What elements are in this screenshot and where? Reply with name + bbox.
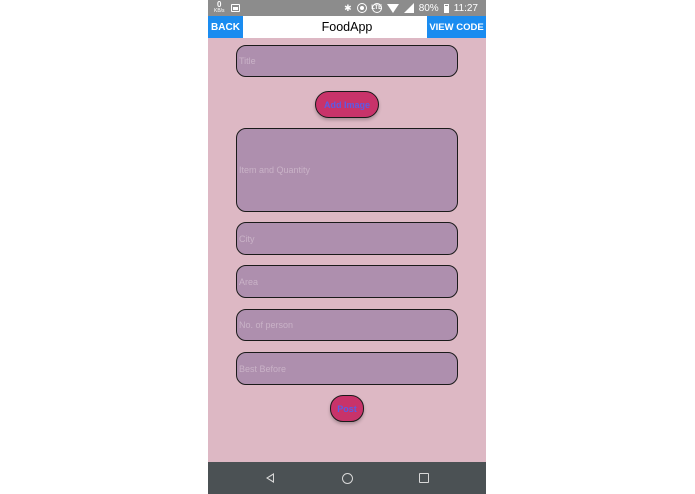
- view-code-button[interactable]: VIEW CODE: [427, 16, 486, 38]
- post-button[interactable]: Post: [330, 395, 364, 422]
- add-image-button[interactable]: Add Image: [315, 91, 379, 118]
- net-speed-unit: KB/s: [214, 8, 225, 14]
- back-triangle-icon[interactable]: [266, 473, 274, 483]
- gallery-icon: [230, 4, 240, 12]
- battery-icon: [443, 3, 449, 13]
- item-quantity-input[interactable]: [236, 128, 458, 212]
- battery-percentage: 80%: [418, 2, 439, 14]
- area-input[interactable]: [236, 265, 458, 298]
- title-input[interactable]: [236, 45, 458, 77]
- phone-screen: 0 KB/s ✱ LTE 80% 11:27 FoodApp BACK VIEW…: [208, 0, 486, 494]
- best-before-input[interactable]: [236, 352, 458, 385]
- target-icon: [356, 3, 367, 13]
- clock: 11:27: [453, 2, 478, 14]
- navigation-bar: [208, 462, 486, 494]
- status-bar-right: ✱ LTE 80% 11:27: [344, 3, 486, 14]
- back-button[interactable]: BACK: [208, 16, 243, 38]
- lte-icon: LTE: [371, 3, 383, 13]
- bluetooth-icon: ✱: [344, 3, 352, 13]
- city-input[interactable]: [236, 222, 458, 255]
- signal-icon: [403, 3, 414, 13]
- persons-input[interactable]: [236, 309, 458, 341]
- recents-square-icon[interactable]: [419, 473, 429, 483]
- status-bar-left: 0 KB/s: [208, 1, 240, 15]
- home-circle-icon[interactable]: [342, 473, 353, 484]
- status-bar: 0 KB/s ✱ LTE 80% 11:27: [208, 0, 486, 16]
- wifi-icon: [386, 3, 399, 13]
- app-header: FoodApp BACK VIEW CODE: [208, 16, 486, 38]
- net-speed: 0 KB/s: [214, 1, 225, 15]
